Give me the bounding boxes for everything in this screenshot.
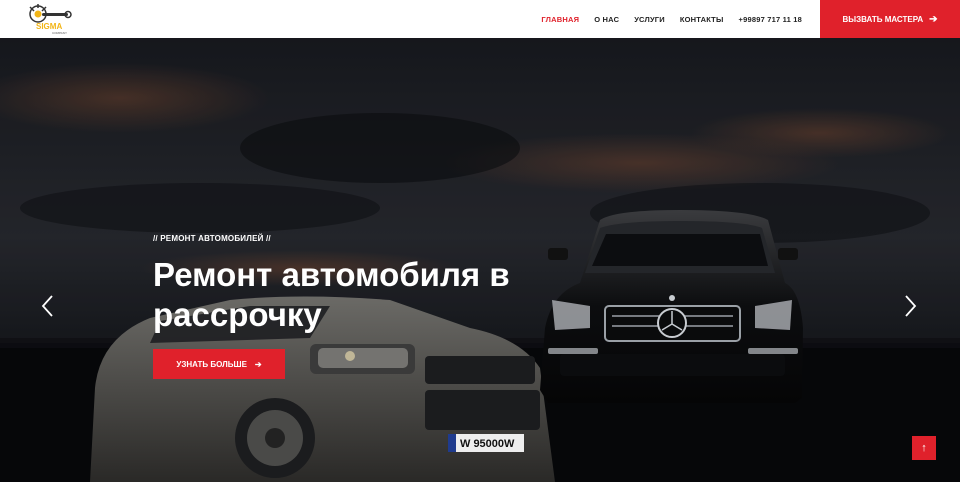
license-plate: W 95000W [460, 438, 515, 450]
nav-contacts[interactable]: КОНТАКТЫ [680, 15, 724, 24]
logo[interactable]: SIGMA COMPANY [24, 2, 74, 36]
main-nav: ГЛАВНАЯ О НАС УСЛУГИ КОНТАКТЫ +99897 717… [541, 0, 802, 38]
learn-more-button[interactable]: УЗНАТЬ БОЛЬШЕ ➔ [153, 349, 285, 379]
nav-phone[interactable]: +99897 717 11 18 [739, 15, 802, 24]
call-master-button[interactable]: ВЫЗВАТЬ МАСТЕРА ➔ [820, 0, 960, 38]
site-header: SIGMA COMPANY ГЛАВНАЯ О НАС УСЛУГИ КОНТА… [0, 0, 960, 38]
hero-content: // РЕМОНТ АВТОМОБИЛЕЙ // Ремонт автомоби… [153, 234, 553, 335]
chevron-left-icon[interactable] [40, 294, 56, 318]
call-master-label: ВЫЗВАТЬ МАСТЕРА [842, 14, 924, 24]
nav-about[interactable]: О НАС [594, 15, 619, 24]
learn-more-label: УЗНАТЬ БОЛЬШЕ [176, 359, 247, 369]
arrow-right-icon: ➔ [254, 359, 262, 369]
hero-slider: W 95000W // РЕМОНТ АВТОМОБИЛЕЙ // Ремонт… [0, 38, 960, 482]
hero-eyebrow: // РЕМОНТ АВТОМОБИЛЕЙ // [153, 234, 271, 243]
hero-title: Ремонт автомобиля в рассрочку [153, 256, 510, 333]
arrow-right-icon: ➔ [929, 13, 938, 25]
logo-name: SIGMA [36, 22, 62, 31]
nav-services[interactable]: УСЛУГИ [634, 15, 665, 24]
nav-home[interactable]: ГЛАВНАЯ [541, 15, 579, 24]
arrow-up-icon[interactable]: ↑ [912, 436, 936, 460]
logo-tagline: COMPANY [52, 31, 67, 35]
chevron-right-icon[interactable] [902, 294, 918, 318]
